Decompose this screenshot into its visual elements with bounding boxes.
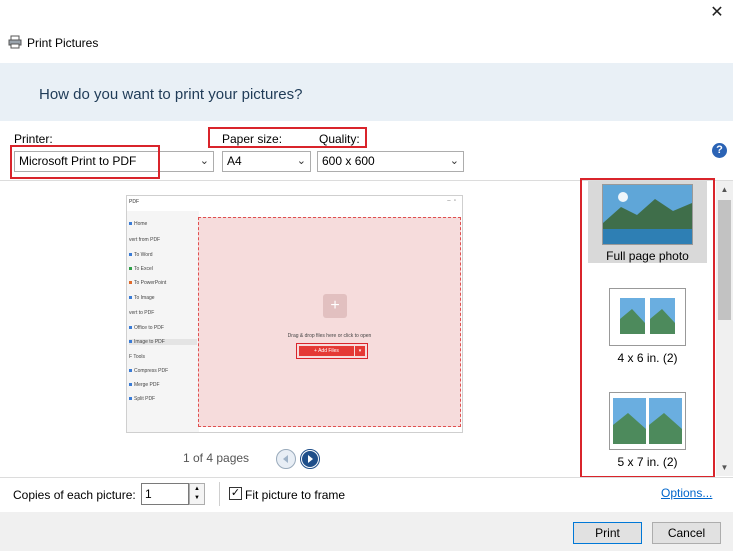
preview-drop-text: Drag & drop files here or click to open <box>287 333 372 339</box>
printer-label: Printer: <box>14 132 53 146</box>
options-link[interactable]: Options... <box>661 486 712 500</box>
layout-4x6[interactable]: 4 x 6 in. (2) <box>588 288 707 370</box>
cancel-button[interactable]: Cancel <box>652 522 721 544</box>
layout-label: 5 x 7 in. (2) <box>617 455 678 469</box>
quality-label: Quality: <box>319 132 360 146</box>
quality-value: 600 x 600 <box>322 154 375 168</box>
layout-scrollbar[interactable]: ▲ ▼ <box>716 181 733 476</box>
scroll-up-icon[interactable]: ▲ <box>716 181 733 198</box>
preview-sidebar-item: To PowerPoint <box>129 280 166 286</box>
preview-sidebar-item: Image to PDF <box>129 339 197 345</box>
preview-sidebar-item: To Excel <box>129 266 153 272</box>
arrow-left-icon <box>283 455 288 463</box>
chevron-down-icon: ⌄ <box>199 155 209 167</box>
preview-sidebar-item: Split PDF <box>129 396 155 402</box>
layout-full-page-photo[interactable]: Full page photo <box>588 181 707 263</box>
preview-sidebar-item: Home <box>129 221 147 227</box>
close-icon[interactable]: ✕ <box>705 3 729 23</box>
printer-select-value: Microsoft Print to PDF <box>19 154 137 168</box>
divider <box>219 482 220 506</box>
arrow-right-icon <box>302 451 318 467</box>
print-button[interactable]: Print <box>573 522 642 544</box>
paper-size-select[interactable]: A4 ⌄ <box>222 151 311 172</box>
chevron-down-icon: ⌄ <box>296 155 306 167</box>
preview-window-controls: – ▫ <box>447 198 456 204</box>
preview-add-files-highlight: + Add Files ▾ <box>296 343 368 359</box>
landscape-photo-thumbnail <box>602 184 693 245</box>
paper-size-value: A4 <box>227 154 242 168</box>
print-preview: PDF – ▫ Home vert from PDF To Word To Ex… <box>126 195 463 433</box>
preview-sidebar-item: vert from PDF <box>129 237 161 243</box>
help-icon[interactable]: ? <box>712 143 727 158</box>
preview-sidebar-item: To Word <box>129 252 153 258</box>
layout-label: Full page photo <box>606 249 689 263</box>
two-photo-thumbnail <box>609 288 686 346</box>
spin-up-icon[interactable]: ▲ <box>190 485 204 494</box>
scroll-down-icon[interactable]: ▼ <box>716 459 733 476</box>
printer-select[interactable]: Microsoft Print to PDF ⌄ <box>14 151 214 172</box>
paper-size-label: Paper size: <box>222 132 283 146</box>
preview-sidebar-item: vert to PDF <box>129 310 155 316</box>
layout-label: 4 x 6 in. (2) <box>617 351 678 365</box>
fit-to-frame-checkbox[interactable]: ✓ <box>229 487 242 500</box>
two-photo-thumbnail <box>609 392 686 450</box>
preview-plus-icon: + <box>323 294 347 318</box>
preview-sidebar: Home vert from PDF To Word To Excel To P… <box>127 211 199 432</box>
preview-sidebar-item: Office to PDF <box>129 325 164 331</box>
preview-app-title: PDF <box>129 199 139 205</box>
preview-sidebar-item: Compress PDF <box>129 368 168 374</box>
divider <box>0 477 733 478</box>
page-counter: 1 of 4 pages <box>183 451 250 465</box>
next-page-button[interactable] <box>300 449 320 469</box>
window-title: Print Pictures <box>27 36 99 50</box>
fit-to-frame-label: Fit picture to frame <box>245 488 346 502</box>
preview-add-files-dropdown: ▾ <box>355 346 365 356</box>
copies-label: Copies of each picture: <box>13 488 136 502</box>
preview-sidebar-item: Merge PDF <box>129 382 160 388</box>
preview-drop-zone: + Drag & drop files here or click to ope… <box>198 217 461 427</box>
chevron-down-icon: ⌄ <box>449 155 459 167</box>
printer-icon <box>8 35 22 49</box>
preview-add-files-button: + Add Files <box>299 346 354 356</box>
copies-input[interactable]: 1 <box>141 483 189 505</box>
quality-select[interactable]: 600 x 600 ⌄ <box>317 151 464 172</box>
previous-page-button[interactable] <box>276 449 296 469</box>
spin-down-icon[interactable]: ▼ <box>190 494 204 503</box>
scroll-thumb[interactable] <box>718 200 731 320</box>
layout-5x7[interactable]: 5 x 7 in. (2) <box>588 392 707 474</box>
layout-list[interactable]: Full page photo 4 x 6 in. (2) 5 x 7 in. … <box>583 181 714 474</box>
preview-sidebar-item: F Tools <box>129 354 146 360</box>
copies-spinner[interactable]: ▲ ▼ <box>189 483 205 505</box>
preview-sidebar-item: To Image <box>129 295 155 301</box>
page-heading: How do you want to print your pictures? <box>39 86 303 103</box>
